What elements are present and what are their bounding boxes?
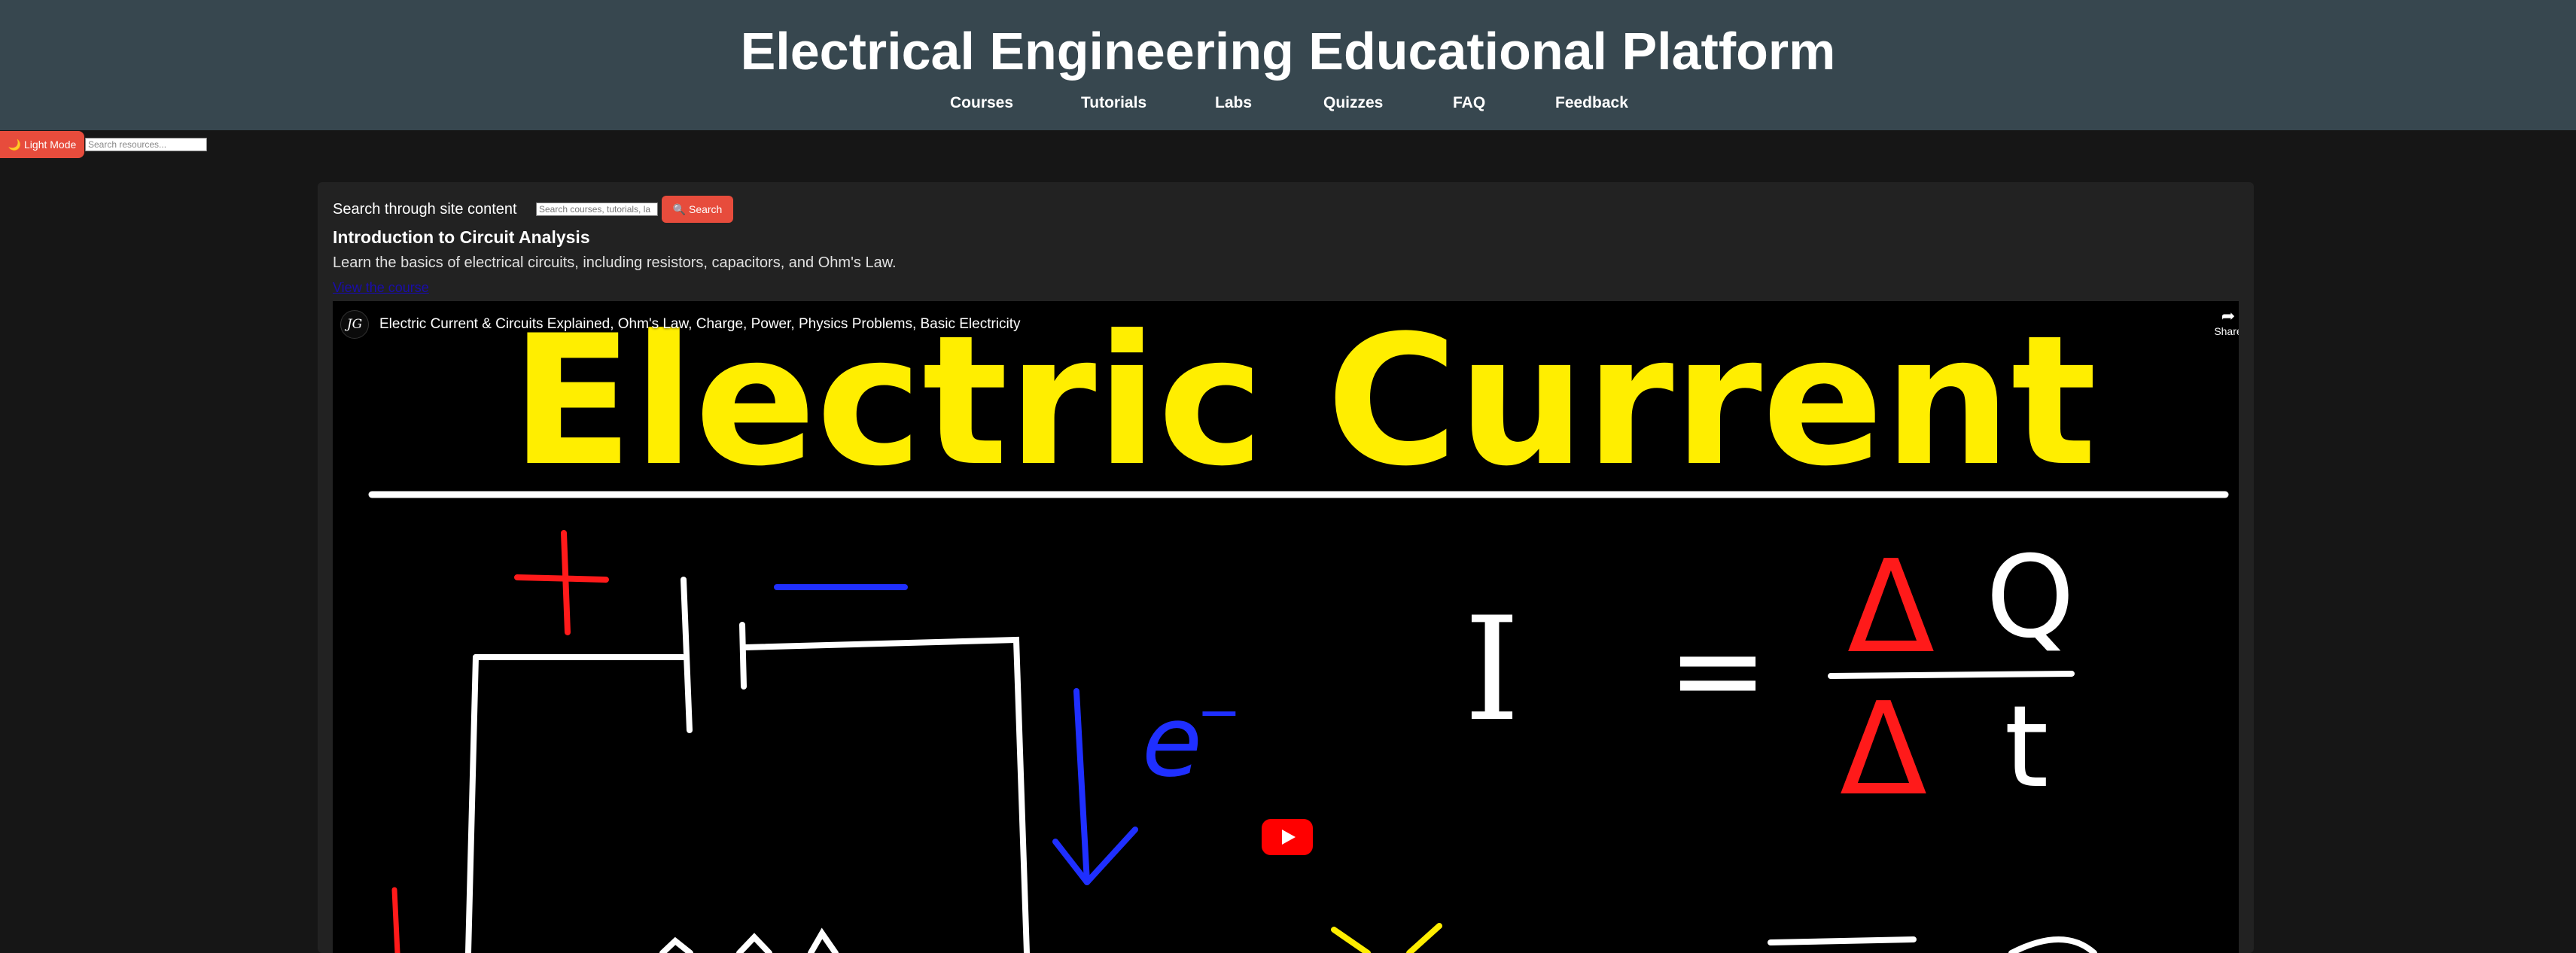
- course-link[interactable]: View the course: [333, 280, 429, 296]
- equation-current: I: [1463, 586, 1520, 753]
- site-search-label: Search through site content: [333, 201, 517, 218]
- nav-quizzes[interactable]: Quizzes: [1323, 92, 1383, 114]
- resource-search-input[interactable]: [85, 138, 207, 151]
- share-button[interactable]: ➦ Share: [2206, 306, 2239, 338]
- red-mark-fragment: [391, 887, 400, 953]
- electron-symbol: e: [1142, 684, 1202, 799]
- white-fragment: [1768, 936, 2097, 953]
- nav-feedback[interactable]: Feedback: [1555, 92, 1628, 114]
- equation-equals: =: [1667, 599, 1768, 740]
- video-title[interactable]: Electric Current & Circuits Explained, O…: [379, 316, 1021, 333]
- circuit-left-wire: [465, 654, 479, 953]
- electron-sign: −: [1197, 681, 1241, 743]
- yellow-fragment: [1331, 923, 1442, 953]
- delta-denominator: Δ: [1840, 675, 1927, 824]
- nav-labs[interactable]: Labs: [1215, 92, 1252, 114]
- search-button[interactable]: 🔍 Search: [662, 196, 733, 223]
- electron-arrow-shaft: [1073, 688, 1090, 885]
- video-player[interactable]: Electric Current e − I = Δ Q Δ t JG Elec…: [333, 301, 2239, 953]
- video-thumbnail: Electric Current e − I = Δ Q Δ t: [368, 301, 2229, 953]
- main-content: Search through site content 🔍 Search Int…: [318, 182, 2254, 953]
- delta-numerator: Δ: [1847, 533, 1935, 682]
- battery-plus-vertical: [561, 530, 571, 635]
- battery-plus-horizontal: [514, 574, 609, 583]
- channel-avatar[interactable]: JG: [340, 310, 369, 339]
- site-search-input[interactable]: [536, 202, 658, 216]
- share-icon: ➦: [2221, 306, 2236, 325]
- battery-short-plate: [739, 622, 747, 690]
- electron-arrow-head: [1052, 827, 1138, 885]
- play-button[interactable]: [1262, 819, 1313, 855]
- site-title: Electrical Engineering Educational Platf…: [740, 22, 1836, 81]
- time-symbol: t: [2005, 682, 2049, 813]
- resistor-fragment: [659, 927, 839, 953]
- share-label: Share: [2214, 325, 2239, 337]
- light-mode-button[interactable]: 🌙 Light Mode: [0, 131, 84, 158]
- nav-tutorials[interactable]: Tutorials: [1081, 92, 1146, 114]
- site-header: Electrical Engineering Educational Platf…: [0, 0, 2576, 130]
- battery-long-plate: [681, 577, 693, 733]
- course-title: Introduction to Circuit Analysis: [333, 227, 590, 247]
- nav-courses[interactable]: Courses: [950, 92, 1013, 114]
- circuit-right-wire: [742, 636, 1030, 953]
- main-nav: Courses Tutorials Labs Quizzes FAQ Feedb…: [0, 92, 2576, 114]
- nav-faq[interactable]: FAQ: [1453, 92, 1485, 114]
- charge-symbol: Q: [1986, 532, 2075, 663]
- course-description: Learn the basics of electrical circuits,…: [333, 254, 897, 271]
